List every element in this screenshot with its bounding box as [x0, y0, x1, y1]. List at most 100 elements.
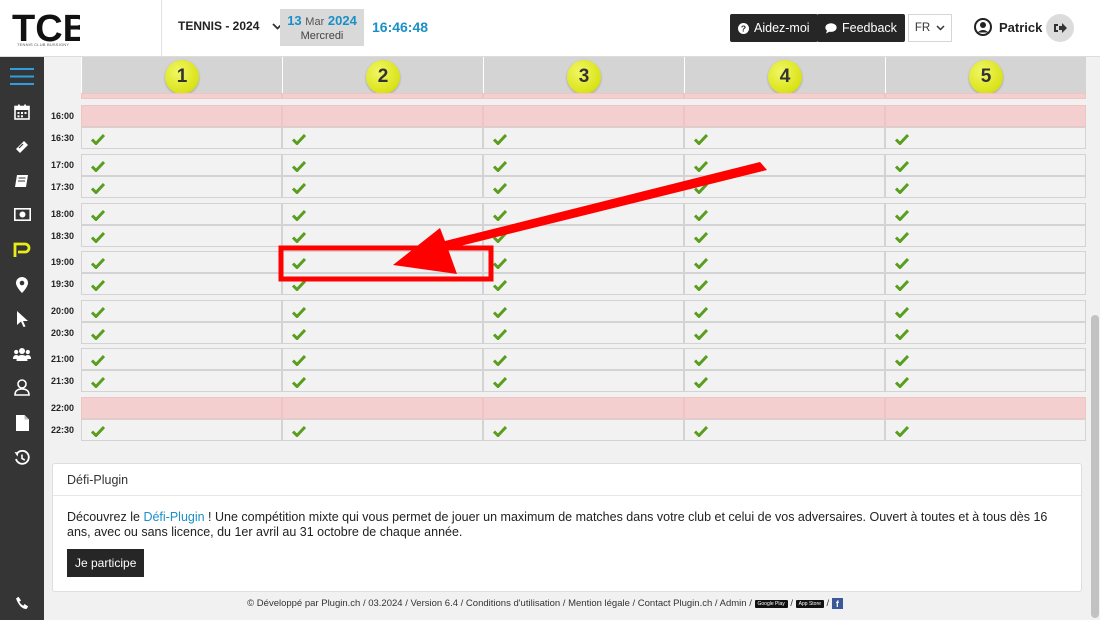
slot-cell-court-3[interactable] — [483, 322, 684, 344]
slot-cell-court-1[interactable] — [81, 127, 282, 149]
cursor-icon — [16, 310, 28, 327]
page-scrollbar[interactable] — [1090, 57, 1100, 620]
slot-cell-court-5[interactable] — [885, 322, 1086, 344]
slot-cell-court-3[interactable] — [483, 203, 684, 225]
slot-cell-court-3[interactable] — [483, 154, 684, 176]
slot-cell-court-2[interactable] — [282, 127, 483, 149]
app-store-badge[interactable]: App Store — [795, 599, 824, 608]
slot-cell-court-1[interactable] — [81, 419, 282, 441]
sidebar-item-plugin[interactable] — [0, 236, 44, 263]
sidebar — [0, 57, 44, 620]
google-play-badge[interactable]: Google Play — [754, 599, 788, 608]
slot-cell-court-2[interactable] — [282, 370, 483, 392]
slot-cell-court-2[interactable] — [282, 251, 483, 273]
schedule-row: 21:30 — [44, 370, 1090, 392]
court-ball-icon[interactable]: 1 — [165, 60, 199, 94]
slot-cell-court-5[interactable] — [885, 154, 1086, 176]
court-ball-icon[interactable]: 3 — [567, 60, 601, 94]
slot-cell-court-4[interactable] — [684, 273, 885, 295]
user-menu[interactable]: Patrick — [974, 18, 1042, 36]
slot-cell-court-5[interactable] — [885, 419, 1086, 441]
sidebar-item-book[interactable] — [0, 167, 44, 194]
slot-cell-court-2[interactable] — [282, 154, 483, 176]
slot-cell-court-5[interactable] — [885, 176, 1086, 198]
schedule-row: 16:00 — [44, 105, 1090, 127]
slot-cell-court-3[interactable] — [483, 251, 684, 273]
slot-cell-court-2[interactable] — [282, 203, 483, 225]
sidebar-item-calendar[interactable] — [0, 98, 44, 125]
slot-cell-court-4[interactable] — [684, 251, 885, 273]
sidebar-item-locations[interactable] — [0, 271, 44, 298]
slot-cell-court-5[interactable] — [885, 273, 1086, 295]
slot-cell-court-1[interactable] — [81, 203, 282, 225]
slot-cell-court-3[interactable] — [483, 300, 684, 322]
language-selector[interactable]: FR — [908, 14, 952, 42]
slot-cell-court-3[interactable] — [483, 370, 684, 392]
slot-cell-court-5[interactable] — [885, 370, 1086, 392]
defi-plugin-link[interactable]: Défi-Plugin — [143, 510, 204, 524]
sidebar-item-profile[interactable] — [0, 374, 44, 401]
slot-cell-court-3[interactable] — [483, 176, 684, 198]
slot-cell-closed — [81, 93, 282, 99]
check-icon — [492, 305, 508, 323]
sidebar-item-members[interactable] — [0, 340, 44, 367]
slot-cell-court-5[interactable] — [885, 225, 1086, 247]
slot-cell-court-1[interactable] — [81, 348, 282, 370]
slot-cell-court-4[interactable] — [684, 154, 885, 176]
facebook-icon[interactable]: f — [831, 598, 843, 609]
slot-cell-court-1[interactable] — [81, 370, 282, 392]
season-selector[interactable]: TENNIS - 2024 — [178, 19, 284, 33]
slot-cell-court-1[interactable] — [81, 251, 282, 273]
slot-cell-court-3[interactable] — [483, 348, 684, 370]
slot-cell-court-2[interactable] — [282, 419, 483, 441]
slot-cell-court-2[interactable] — [282, 273, 483, 295]
slot-cell-court-4[interactable] — [684, 419, 885, 441]
slot-cell-court-4[interactable] — [684, 348, 885, 370]
slot-cell-court-4[interactable] — [684, 300, 885, 322]
scrollbar-thumb[interactable] — [1091, 315, 1099, 618]
slot-cell-court-5[interactable] — [885, 348, 1086, 370]
slot-cell-court-3[interactable] — [483, 419, 684, 441]
slot-cell-court-4[interactable] — [684, 370, 885, 392]
sidebar-menu-toggle[interactable] — [0, 63, 44, 90]
slot-cell-court-5[interactable] — [885, 300, 1086, 322]
court-ball-icon[interactable]: 4 — [768, 60, 802, 94]
slot-cell-court-1[interactable] — [81, 176, 282, 198]
slot-cell-court-5[interactable] — [885, 251, 1086, 273]
logout-button[interactable] — [1046, 14, 1074, 42]
slot-cell-court-1[interactable] — [81, 225, 282, 247]
slot-cell-court-4[interactable] — [684, 176, 885, 198]
sidebar-item-tickets[interactable] — [0, 133, 44, 160]
slot-cell-court-4[interactable] — [684, 203, 885, 225]
slot-cell-court-2[interactable] — [282, 176, 483, 198]
check-icon — [291, 208, 307, 226]
sidebar-item-payments[interactable] — [0, 201, 44, 228]
court-ball-icon[interactable]: 5 — [969, 60, 1003, 94]
time-label: 19:30 — [51, 279, 75, 289]
check-icon — [291, 159, 307, 177]
sidebar-item-select[interactable] — [0, 305, 44, 332]
slot-cell-court-4[interactable] — [684, 127, 885, 149]
sidebar-item-history[interactable] — [0, 444, 44, 471]
sidebar-item-documents[interactable] — [0, 409, 44, 436]
help-button[interactable]: ? Aidez-moi — [730, 14, 818, 42]
date-picker[interactable]: 13 Mar 2024 Mercredi — [280, 9, 364, 46]
slot-cell-court-2[interactable] — [282, 300, 483, 322]
slot-cell-court-4[interactable] — [684, 225, 885, 247]
slot-cell-court-1[interactable] — [81, 300, 282, 322]
slot-cell-court-3[interactable] — [483, 225, 684, 247]
slot-cell-court-4[interactable] — [684, 322, 885, 344]
slot-cell-court-1[interactable] — [81, 322, 282, 344]
feedback-button[interactable]: Feedback — [817, 14, 905, 42]
slot-cell-court-2[interactable] — [282, 322, 483, 344]
slot-cell-court-5[interactable] — [885, 203, 1086, 225]
participate-button[interactable]: Je participe — [67, 549, 145, 577]
slot-cell-court-2[interactable] — [282, 348, 483, 370]
slot-cell-court-1[interactable] — [81, 154, 282, 176]
slot-cell-court-1[interactable] — [81, 273, 282, 295]
slot-cell-court-3[interactable] — [483, 127, 684, 149]
slot-cell-court-3[interactable] — [483, 273, 684, 295]
slot-cell-court-2[interactable] — [282, 225, 483, 247]
slot-cell-court-5[interactable] — [885, 127, 1086, 149]
court-ball-icon[interactable]: 2 — [366, 60, 400, 94]
